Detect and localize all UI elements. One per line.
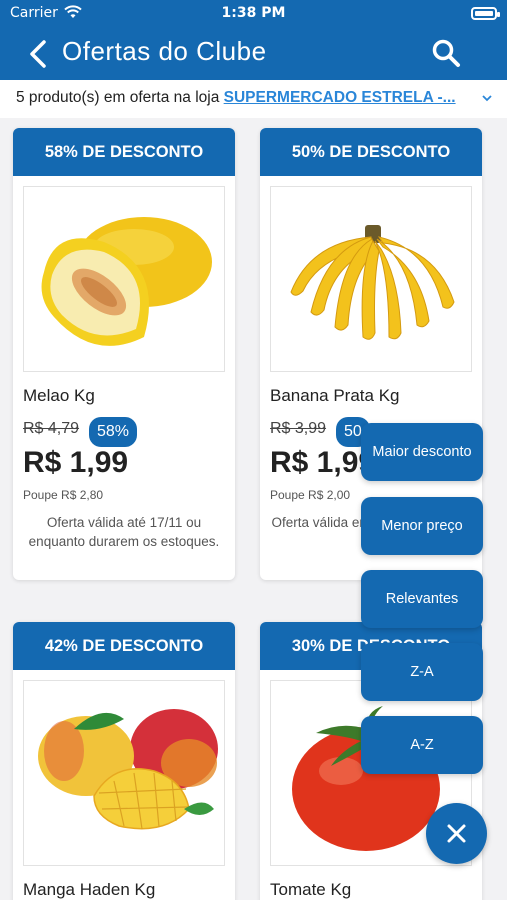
old-price: R$ 4,79 [23,420,80,437]
product-image [23,186,225,372]
chevron-down-icon[interactable] [481,92,493,104]
page-title: Ofertas do Clube [62,36,267,66]
close-icon [447,824,466,843]
sort-option-a-z[interactable]: A-Z [361,716,483,774]
clock: 1:38 PM [221,5,286,21]
product-name: Melao Kg [23,386,95,405]
battery-icon [471,7,500,20]
sort-option-lowest-price[interactable]: Menor preço [361,497,483,555]
product-image [23,680,225,866]
store-selector-link[interactable]: SUPERMERCADO ESTRELA -... [224,89,456,106]
old-price: R$ 3,99 [270,420,327,437]
savings-label: Poupe R$ 2,80 [23,488,104,502]
back-chevron-icon[interactable] [26,38,54,70]
discount-badge: 50% DE DESCONTO [260,128,482,176]
product-count-label: 5 produto(s) em oferta na loja [16,89,224,106]
product-card[interactable]: 42% DE DESCONTO Manga Haden Kg [13,622,235,900]
sort-option-z-a[interactable]: Z-A [361,643,483,701]
store-info-bar: 5 produto(s) em oferta na loja SUPERMERC… [0,80,507,118]
current-price: R$ 1,99 [23,446,129,479]
savings-label: Poupe R$ 2,00 [270,488,351,502]
offer-validity: Oferta válida até 17/11 ou enquanto dura… [28,515,220,549]
banana-image [290,225,455,340]
product-card[interactable]: 58% DE DESCONTO Melao Kg R$ 4,79 58% R$ … [13,128,235,580]
product-name: Banana Prata Kg [270,386,400,405]
product-name: Tomate Kg [270,880,352,899]
discount-badge: 42% DE DESCONTO [13,622,235,670]
product-image [270,186,472,372]
store-info-text: 5 produto(s) em oferta na loja SUPERMERC… [16,89,456,107]
melon-image [41,217,212,346]
nav-bar: Ofertas do Clube [0,28,507,80]
sort-option-biggest-discount[interactable]: Maior desconto [361,423,483,481]
search-icon[interactable] [431,38,461,68]
current-price: R$ 1,99 [270,446,376,479]
mango-image [38,709,218,830]
discount-pill: 58% [89,417,138,447]
discount-badge: 58% DE DESCONTO [13,128,235,176]
close-menu-button[interactable] [426,803,487,864]
sort-option-relevant[interactable]: Relevantes [361,570,483,628]
status-bar: Carrier 1:38 PM [0,0,507,28]
product-name: Manga Haden Kg [23,880,156,899]
